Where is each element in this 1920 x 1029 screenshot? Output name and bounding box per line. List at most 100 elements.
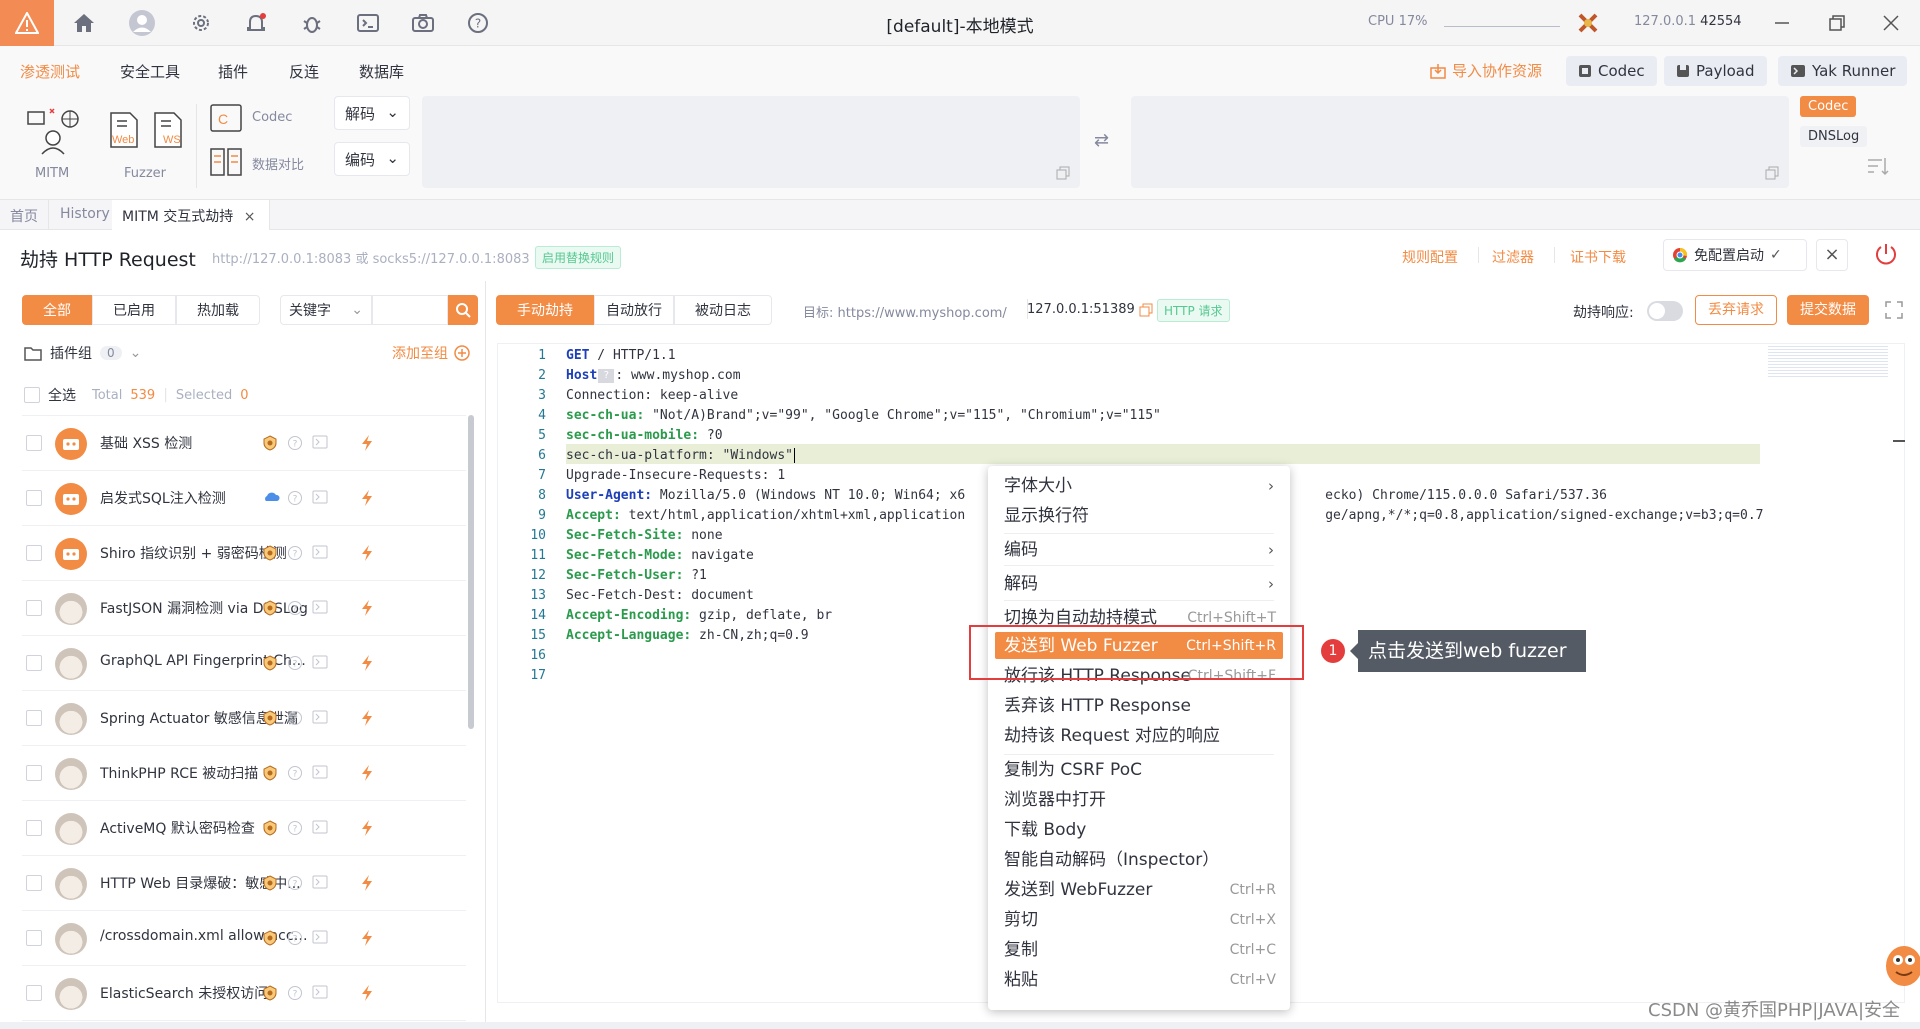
copy-icon[interactable] [1765, 166, 1779, 180]
bug-icon[interactable] [300, 11, 324, 35]
plugin-row[interactable]: ElasticSearch 未授权访问? [22, 966, 466, 1021]
filter-enabled[interactable]: 已启用 [92, 295, 176, 325]
compare-tool-label[interactable]: 数据对比 [252, 154, 304, 173]
help-icon[interactable]: ? [287, 875, 303, 891]
discard-request-button[interactable]: 丢弃请求 [1695, 295, 1777, 325]
warning-button[interactable] [0, 0, 54, 46]
terminal-icon[interactable] [312, 655, 328, 671]
menu-reverse[interactable]: 反连 [289, 61, 319, 82]
tab-home[interactable]: 首页 [0, 200, 49, 230]
ws-fuzzer-tool[interactable]: WS [152, 112, 184, 148]
mitm-tool[interactable] [26, 108, 80, 156]
lightning-icon[interactable] [360, 930, 376, 946]
sort-icon[interactable] [1866, 156, 1890, 180]
plugin-checkbox[interactable] [26, 600, 42, 616]
codec-button[interactable]: Codec [1566, 56, 1657, 86]
close-icon[interactable]: × [244, 209, 256, 225]
plugin-row[interactable]: ActiveMQ 默认密码检查? [22, 801, 466, 856]
terminal-icon[interactable] [312, 875, 328, 891]
terminal-icon[interactable] [312, 820, 328, 836]
plugin-row[interactable]: FastJSON 漏洞检测 via DNSLog? [22, 581, 466, 636]
plugin-row[interactable]: Shiro 指纹识别 + 弱密码检测? [22, 526, 466, 581]
terminal-icon[interactable] [312, 930, 328, 946]
yak-runner-button[interactable]: Yak Runner [1778, 56, 1908, 86]
filter-link[interactable]: 过滤器 [1492, 247, 1534, 267]
codec-tool-icon[interactable]: C [210, 104, 242, 132]
camera-icon[interactable] [411, 11, 435, 35]
menu-decode[interactable]: 解码 › [988, 570, 1290, 598]
lightning-icon[interactable] [360, 985, 376, 1001]
mode-manual[interactable]: 手动劫持 [496, 295, 594, 325]
menu-paste[interactable]: 粘贴 Ctrl+V [988, 966, 1290, 994]
tab-mitm[interactable]: MITM 交互式劫持 × [112, 200, 270, 230]
hijack-response-toggle[interactable] [1647, 301, 1683, 321]
plugin-checkbox[interactable] [26, 655, 42, 671]
filter-hot-reload[interactable]: 热加载 [176, 295, 260, 325]
terminal-icon[interactable] [312, 710, 328, 726]
copy-icon[interactable] [1056, 166, 1070, 180]
compare-tool-icon[interactable] [210, 148, 242, 176]
web-fuzzer-tool[interactable]: Web [108, 112, 140, 148]
menu-copy[interactable]: 复制 Ctrl+C [988, 936, 1290, 964]
avatar-icon[interactable] [128, 9, 156, 37]
help-icon[interactable]: ? [287, 490, 303, 506]
plugin-row[interactable]: GraphQL API Fingerprint Chec...? [22, 636, 466, 691]
replace-rule-tag[interactable]: 启用替换规则 [535, 246, 622, 269]
home-icon[interactable] [72, 11, 96, 35]
close-button[interactable]: × [1816, 239, 1848, 271]
terminal-icon[interactable] [312, 600, 328, 616]
help-icon[interactable]: ? [287, 435, 303, 451]
menu-hijack-response[interactable]: 劫持该 Request 对应的响应 [988, 722, 1290, 750]
codec-input-area[interactable] [422, 96, 1080, 188]
plugin-checkbox[interactable] [26, 930, 42, 946]
keyword-select[interactable]: 关键字 ⌄ [280, 295, 372, 325]
restore-icon[interactable] [1826, 12, 1848, 34]
help-icon[interactable]: ? [287, 710, 303, 726]
plugin-checkbox[interactable] [26, 985, 42, 1001]
search-button[interactable] [448, 295, 478, 325]
menu-pentest[interactable]: 渗透测试 [20, 61, 80, 82]
menu-cut[interactable]: 剪切 Ctrl+X [988, 906, 1290, 934]
info-icon[interactable]: ? [598, 368, 615, 383]
free-config-start-button[interactable]: 免配置启动 ✓ [1663, 239, 1807, 271]
help-icon[interactable]: ? [287, 930, 303, 946]
import-resources-link[interactable]: 导入协作资源 [1430, 60, 1542, 81]
power-icon[interactable] [1874, 242, 1898, 270]
lightning-icon[interactable] [360, 545, 376, 561]
lightning-icon[interactable] [360, 765, 376, 781]
plugin-row[interactable]: /crossdomain.xml allow-acces...? [22, 911, 466, 966]
plugin-checkbox[interactable] [26, 545, 42, 561]
menu-plugins[interactable]: 插件 [218, 61, 248, 82]
menu-send-webfuzzer[interactable]: 发送到 WebFuzzer Ctrl+R [988, 876, 1290, 904]
add-to-group-link[interactable]: 添加至组 [392, 343, 470, 363]
select-all-checkbox[interactable] [24, 387, 40, 403]
codec-side-tab[interactable]: Codec [1800, 96, 1857, 117]
filter-all[interactable]: 全部 [22, 295, 92, 325]
plugin-checkbox[interactable] [26, 435, 42, 451]
help-icon[interactable]: ? [287, 545, 303, 561]
menu-security-tools[interactable]: 安全工具 [120, 61, 180, 82]
lightning-icon[interactable] [360, 710, 376, 726]
terminal-icon[interactable] [356, 11, 380, 35]
menu-csrf-poc[interactable]: 复制为 CSRF PoC [988, 756, 1290, 784]
swap-icon[interactable]: ⇄ [1094, 130, 1109, 151]
menu-show-wrap[interactable]: 显示换行符 [988, 502, 1290, 530]
menu-encode[interactable]: 编码 › [988, 536, 1290, 564]
lightning-icon[interactable] [360, 820, 376, 836]
rule-config-link[interactable]: 规则配置 [1402, 247, 1458, 267]
lightning-icon[interactable] [360, 600, 376, 616]
mode-auto-pass[interactable]: 自动放行 [594, 295, 674, 325]
help-icon[interactable]: ? [287, 655, 303, 671]
editor-minimap[interactable] [1768, 344, 1888, 378]
mode-passive-log[interactable]: 被动日志 [674, 295, 772, 325]
search-input[interactable] [372, 295, 448, 325]
mascot-icon[interactable] [1882, 938, 1920, 990]
menu-drop-response[interactable]: 丢弃该 HTTP Response [988, 692, 1290, 720]
dnslog-side-tab[interactable]: DNSLog [1800, 126, 1868, 147]
terminal-icon[interactable] [312, 435, 328, 451]
plugin-row[interactable]: Spring Actuator 敏感信息泄漏? [22, 691, 466, 746]
plugin-group[interactable]: 插件组 0 ⌄ [24, 343, 141, 363]
close-icon[interactable] [1880, 12, 1902, 34]
fullscreen-icon[interactable] [1885, 301, 1903, 323]
plugin-checkbox[interactable] [26, 820, 42, 836]
